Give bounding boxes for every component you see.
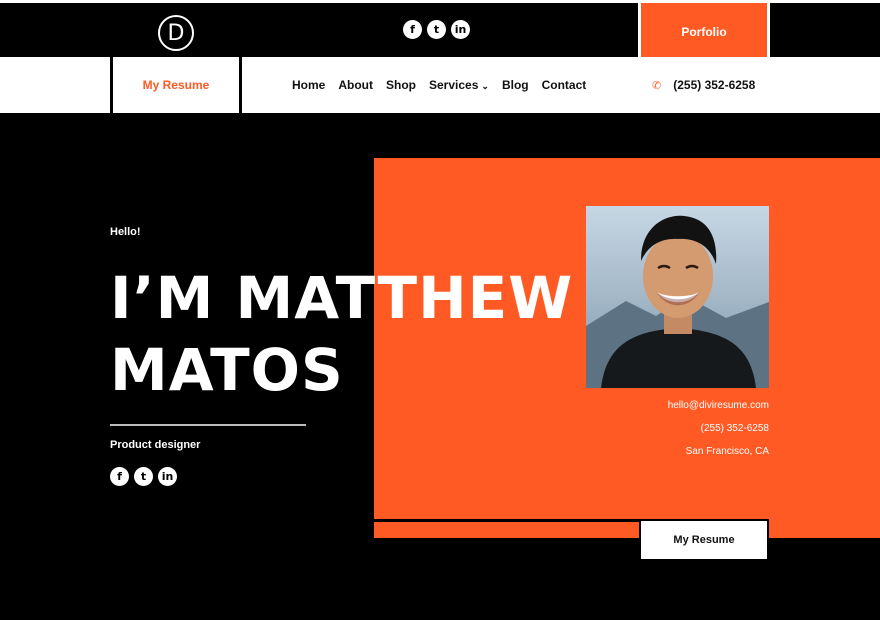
linkedin-icon[interactable]: in [158,467,177,486]
profile-photo [586,206,769,388]
nav-item-services[interactable]: Services ⌄ [429,78,489,92]
header-phone[interactable]: ✆ (255) 352-6258 [652,57,755,113]
portfolio-button[interactable]: Porfolio [638,3,770,60]
contact-email[interactable]: hello@diviresume.com [668,400,769,411]
logo-letter: D [167,20,185,46]
chevron-down-icon: ⌄ [481,81,489,91]
nav-item-about[interactable]: About [338,78,373,92]
main-menu: Home About Shop Services ⌄ Blog Contact [292,57,586,113]
hero-divider [110,424,306,426]
nav-item-contact[interactable]: Contact [542,78,587,92]
header-phone-number: (255) 352-6258 [673,78,756,92]
nav-item-shop[interactable]: Shop [386,78,416,92]
contact-phone[interactable]: (255) 352-6258 [701,423,769,434]
logo[interactable]: D [158,15,194,51]
hero-name: I’M MATTHEW MATOS [110,262,573,406]
phone-icon: ✆ [652,78,662,92]
nav-item-home[interactable]: Home [292,78,325,92]
my-resume-button[interactable]: My Resume [639,519,769,561]
nav-item-services-label: Services [429,78,479,92]
my-resume-nav-link[interactable]: My Resume [110,57,242,113]
top-bar: D f t in Porfolio [0,0,880,60]
hero-name-line2: MATOS [110,336,344,404]
linkedin-icon[interactable]: in [451,20,470,39]
facebook-icon[interactable]: f [110,467,129,486]
twitter-icon[interactable]: t [134,467,153,486]
panel-bottom-strip [374,522,640,538]
facebook-icon[interactable]: f [403,20,422,39]
hero-social-links: f t in [110,467,177,486]
hero-greeting: Hello! [110,226,141,238]
header-social-links: f t in [403,20,470,39]
twitter-icon[interactable]: t [427,20,446,39]
contact-location: San Francisco, CA [685,446,769,457]
panel-bottom-strip-right [768,520,880,538]
nav-bar: My Resume Home About Shop Services ⌄ Blog… [0,57,880,113]
nav-item-blog[interactable]: Blog [502,78,529,92]
hero-name-line1: I’M MATTHEW [110,264,574,332]
hero-role: Product designer [110,439,201,451]
